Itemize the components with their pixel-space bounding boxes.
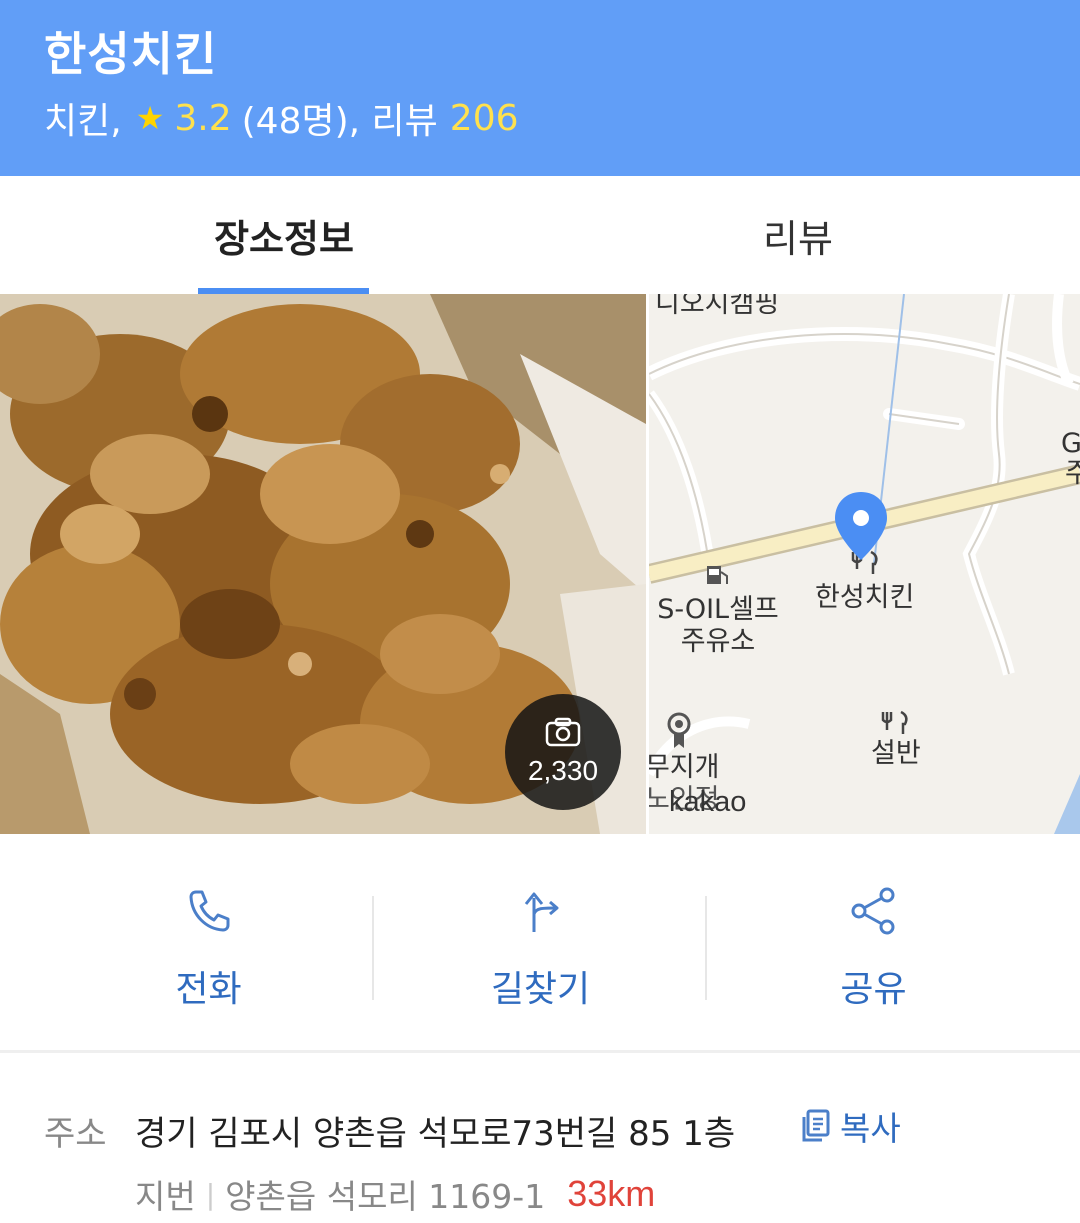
directions-icon [518, 886, 564, 936]
tab-bar: 장소정보 리뷰 [0, 176, 1080, 294]
share-icon [849, 886, 899, 936]
map-label-edge1: G [1061, 428, 1080, 459]
call-button[interactable]: 전화 [42, 834, 375, 1052]
map-label-place: 한성치킨 [815, 582, 915, 613]
copy-icon [800, 1109, 830, 1143]
copy-address-button[interactable]: 복사 [800, 1104, 901, 1148]
camera-icon [545, 717, 581, 751]
jibun-label: 지번 [135, 1177, 196, 1216]
section-divider [0, 1050, 1080, 1053]
map-label-top: 디오지캠핑 [655, 294, 780, 319]
star-icon: ★ [135, 99, 165, 137]
rating-count: (48명), 리뷰 [241, 101, 438, 142]
address-value: 경기 김포시 양촌읍 석모로73번길 85 1층 [135, 1114, 736, 1154]
directions-label: 길찾기 [490, 969, 591, 1010]
photo-count-badge[interactable]: 2,330 [505, 694, 621, 810]
jibun-address: 지번 | 양촌읍 석모리 1169-1 33km [135, 1170, 655, 1218]
tab-review[interactable]: 리뷰 [568, 176, 1028, 294]
phone-icon [186, 886, 232, 936]
map-label-left: 무지개 [649, 752, 720, 783]
place-title: 한성치킨 [44, 27, 218, 81]
place-summary: 치킨, ★ 3.2 (48명), 리뷰 206 [44, 92, 519, 144]
category: 치킨, [44, 101, 122, 142]
jibun-value: 양촌읍 석모리 1169-1 [225, 1177, 546, 1216]
tab-place-info[interactable]: 장소정보 [0, 176, 568, 294]
photo-count: 2,330 [527, 755, 599, 786]
map-brand-logo: kakao [669, 786, 747, 818]
map-label-edge2: 주 [1065, 458, 1080, 489]
distance: 33km [567, 1173, 656, 1214]
rating-value: 3.2 [174, 97, 232, 139]
action-bar: 전화 길찾기 공유 [0, 834, 1080, 1052]
place-header: 한성치킨 치킨, ★ 3.2 (48명), 리뷰 206 [0, 0, 1080, 176]
call-label: 전화 [175, 969, 242, 1010]
review-count[interactable]: 206 [450, 98, 519, 139]
map-label-restaurant: 설반 [871, 738, 921, 769]
share-label: 공유 [840, 969, 907, 1010]
share-button[interactable]: 공유 [707, 834, 1040, 1052]
address-label: 주소 [44, 1114, 107, 1154]
map-label-gas-station: S-OIL셀프 주유소 [657, 594, 779, 657]
copy-label: 복사 [840, 1109, 901, 1148]
separator: | [205, 1177, 216, 1211]
place-map[interactable]: 디오지캠핑 S-OIL셀프 주유소 한성치킨 설반 무지개 노인정 kakao … [649, 294, 1080, 834]
directions-button[interactable]: 길찾기 [374, 834, 707, 1052]
